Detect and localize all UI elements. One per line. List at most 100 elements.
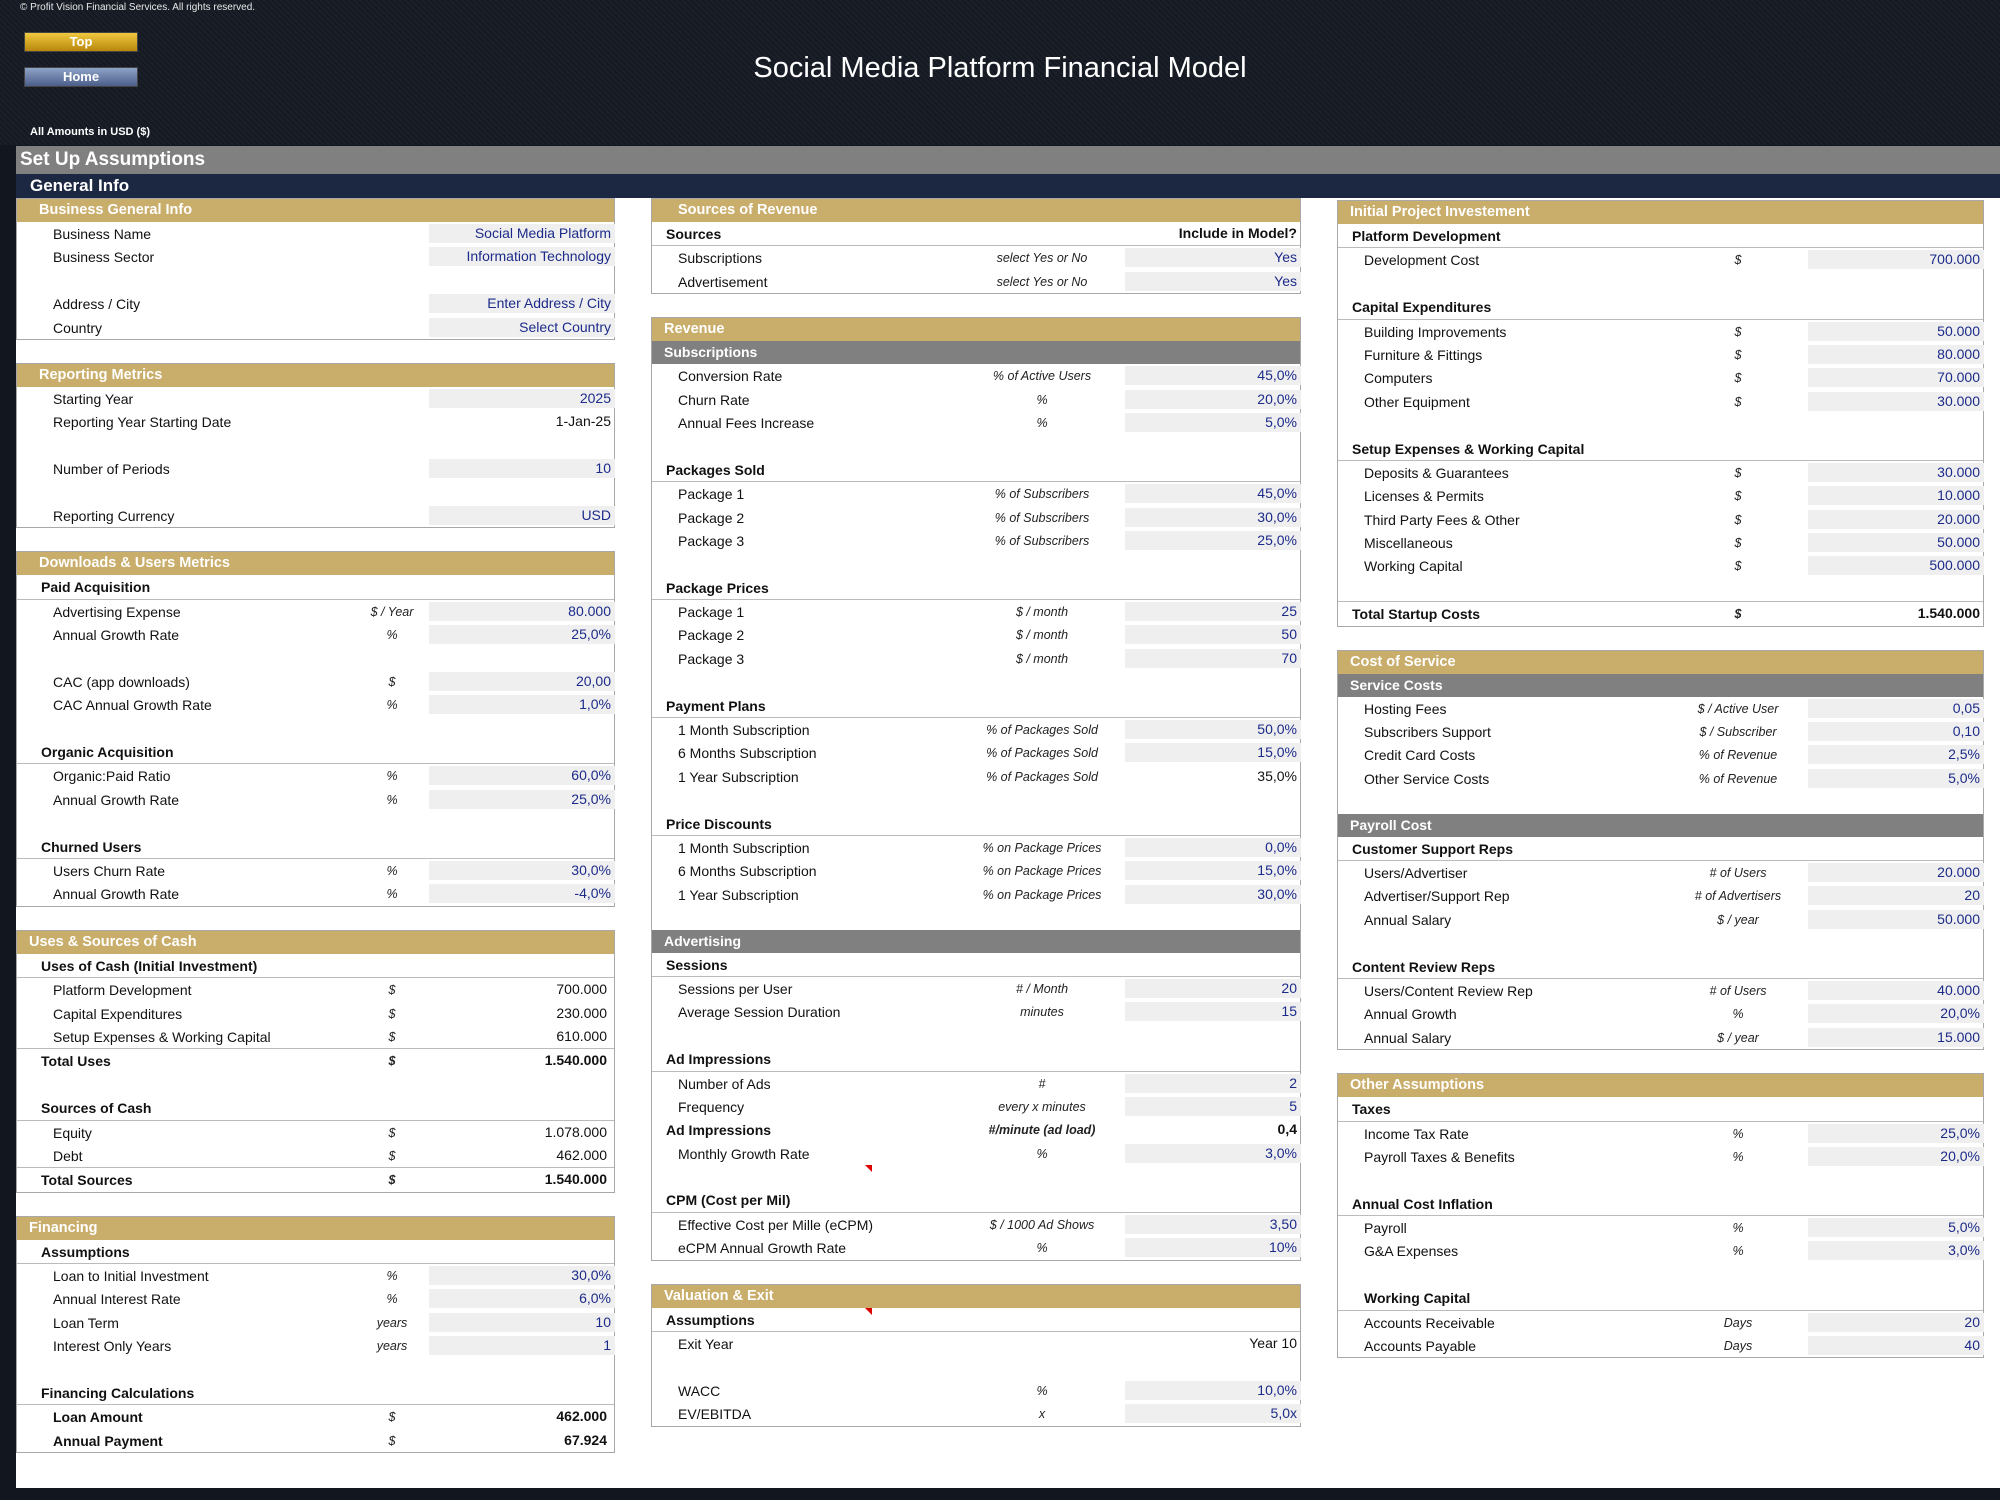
subsection-label: Working Capital	[1364, 1290, 1471, 1307]
number-of-ads-input[interactable]: 2	[1125, 1073, 1301, 1093]
churn-rate-input[interactable]: 30,0%	[429, 860, 615, 880]
payroll-taxes-input[interactable]: 20,0%	[1808, 1146, 1984, 1166]
cac-input[interactable]: 20,00	[429, 671, 615, 691]
frequency-input[interactable]: 5	[1125, 1096, 1301, 1116]
conversion-rate-input[interactable]: 45,0%	[1125, 366, 1301, 386]
computers-input[interactable]: 70.000	[1808, 368, 1984, 388]
package-3-price-input[interactable]: 70	[1125, 648, 1301, 668]
loan-ratio-input[interactable]: 30,0%	[429, 1266, 615, 1286]
fees-increase-input[interactable]: 5,0%	[1125, 412, 1301, 432]
users-content-rep-input[interactable]: 40.000	[1808, 980, 1984, 1000]
package-1-price-input[interactable]: 25	[1125, 602, 1301, 622]
session-duration-input[interactable]: 15	[1125, 1002, 1301, 1022]
deposits-input[interactable]: 30.000	[1808, 462, 1984, 482]
row-label: Credit Card Costs	[1364, 747, 1476, 764]
left-column: Business General Info Business Name Socia…	[16, 198, 615, 1476]
receivable-days-input[interactable]: 20	[1808, 1312, 1984, 1332]
row-label: WACC	[678, 1382, 721, 1399]
advertising-expense-input[interactable]: 80.000	[429, 601, 615, 621]
business-sector-input[interactable]: Information Technology	[429, 247, 615, 267]
row-label: Conversion Rate	[678, 368, 783, 385]
advertiser-rep-input[interactable]: 20	[1808, 886, 1984, 906]
interest-only-input[interactable]: 1	[429, 1336, 615, 1356]
ecpm-input[interactable]: 3,50	[1125, 1214, 1301, 1234]
organic-growth-input[interactable]: 25,0%	[429, 789, 615, 809]
advertisement-toggle[interactable]: Yes	[1125, 271, 1301, 291]
row-label: Package 1	[678, 486, 745, 503]
ecpm-growth-input[interactable]: 10%	[1125, 1238, 1301, 1258]
starting-year-input[interactable]: 2025	[429, 388, 615, 408]
monthly-growth-input[interactable]: 3,0%	[1125, 1143, 1301, 1163]
organic-ratio-input[interactable]: 60,0%	[429, 766, 615, 786]
users-advertiser-input[interactable]: 20.000	[1808, 862, 1984, 882]
cac-growth-input[interactable]: 1,0%	[429, 695, 615, 715]
subsection-label: Annual Cost Inflation	[1352, 1195, 1493, 1212]
comment-marker-icon[interactable]	[865, 1165, 872, 1173]
discount-1y-input[interactable]: 30,0%	[1125, 884, 1301, 904]
licenses-input[interactable]: 10.000	[1808, 486, 1984, 506]
address-input[interactable]: Enter Address / City	[429, 294, 615, 314]
ev-ebitda-input[interactable]: 5,0x	[1125, 1404, 1301, 1424]
row-unit: % of Subscribers	[994, 533, 1090, 548]
package-2-price-input[interactable]: 50	[1125, 625, 1301, 645]
content-growth-input[interactable]: 20,0%	[1808, 1004, 1984, 1024]
furniture-input[interactable]: 80.000	[1808, 344, 1984, 364]
top-button[interactable]: Top	[24, 32, 138, 52]
content-salary-input[interactable]: 15.000	[1808, 1027, 1984, 1047]
row-label: Monthly Growth Rate	[678, 1145, 810, 1162]
row-label: Loan to Initial Investment	[53, 1268, 209, 1285]
subsection-label: Customer Support Reps	[1352, 840, 1514, 857]
discount-1m-input[interactable]: 0,0%	[1125, 837, 1301, 857]
support-salary-input[interactable]: 50.000	[1808, 909, 1984, 929]
total-sources-label: Total Sources	[41, 1172, 133, 1189]
row-label: Computers	[1364, 370, 1433, 387]
package-1-mix-input[interactable]: 45,0%	[1125, 484, 1301, 504]
misc-input[interactable]: 50.000	[1808, 533, 1984, 553]
currency-select[interactable]: USD	[429, 505, 615, 525]
subscribers-support-input[interactable]: 0,10	[1808, 722, 1984, 742]
plan-6m-input[interactable]: 15,0%	[1125, 743, 1301, 763]
country-select[interactable]: Select Country	[429, 317, 615, 337]
section-header: Reporting Metrics	[17, 363, 614, 387]
row-unit: # / Month	[1015, 981, 1069, 996]
business-name-input[interactable]: Social Media Platform	[429, 224, 615, 243]
churn-growth-input[interactable]: -4,0%	[429, 884, 615, 904]
package-2-mix-input[interactable]: 30,0%	[1125, 507, 1301, 527]
building-input[interactable]: 50.000	[1808, 321, 1984, 341]
income-tax-input[interactable]: 25,0%	[1808, 1123, 1984, 1143]
credit-card-input[interactable]: 2,5%	[1808, 745, 1984, 765]
other-service-input[interactable]: 5,0%	[1808, 768, 1984, 788]
section-header: Downloads & Users Metrics	[17, 552, 614, 576]
loan-term-input[interactable]: 10	[429, 1312, 615, 1332]
row-unit: $ / year	[1717, 1030, 1759, 1045]
row-unit: % on Package Prices	[982, 864, 1102, 879]
row-label: Subscribers Support	[1364, 724, 1491, 741]
working-capital-input[interactable]: 500.000	[1808, 556, 1984, 576]
other-equipment-input[interactable]: 30.000	[1808, 391, 1984, 411]
row-label: Sessions per User	[678, 980, 793, 997]
third-party-input[interactable]: 20.000	[1808, 509, 1984, 529]
ga-inflation-input[interactable]: 3,0%	[1808, 1241, 1984, 1261]
subscriptions-toggle[interactable]: Yes	[1125, 248, 1301, 268]
row-unit: %	[1732, 1126, 1744, 1141]
development-cost-input[interactable]: 700.000	[1808, 250, 1984, 270]
section-header: Revenue	[652, 318, 1300, 342]
sessions-input[interactable]: 20	[1125, 978, 1301, 998]
package-3-mix-input[interactable]: 25,0%	[1125, 530, 1301, 550]
payable-days-input[interactable]: 40	[1808, 1336, 1984, 1356]
subsection-label: Ad Impressions	[666, 1051, 772, 1068]
number-of-periods-input[interactable]: 10	[429, 459, 615, 479]
paid-growth-input[interactable]: 25,0%	[429, 625, 615, 645]
exit-year-value[interactable]: Year 10	[1125, 1334, 1301, 1353]
wacc-input[interactable]: 10,0%	[1125, 1380, 1301, 1400]
discount-6m-input[interactable]: 15,0%	[1125, 861, 1301, 881]
interest-rate-input[interactable]: 6,0%	[429, 1289, 615, 1309]
sub-churn-input[interactable]: 20,0%	[1125, 389, 1301, 409]
row-label: Annual Salary	[1364, 1029, 1452, 1046]
row-unit: $ / month	[1015, 651, 1069, 666]
section-header: Uses & Sources of Cash	[17, 930, 614, 954]
payroll-inflation-input[interactable]: 5,0%	[1808, 1218, 1984, 1238]
plan-1m-input[interactable]: 50,0%	[1125, 720, 1301, 740]
hosting-fees-input[interactable]: 0,05	[1808, 698, 1984, 718]
row-label: Advertisement	[678, 273, 768, 290]
